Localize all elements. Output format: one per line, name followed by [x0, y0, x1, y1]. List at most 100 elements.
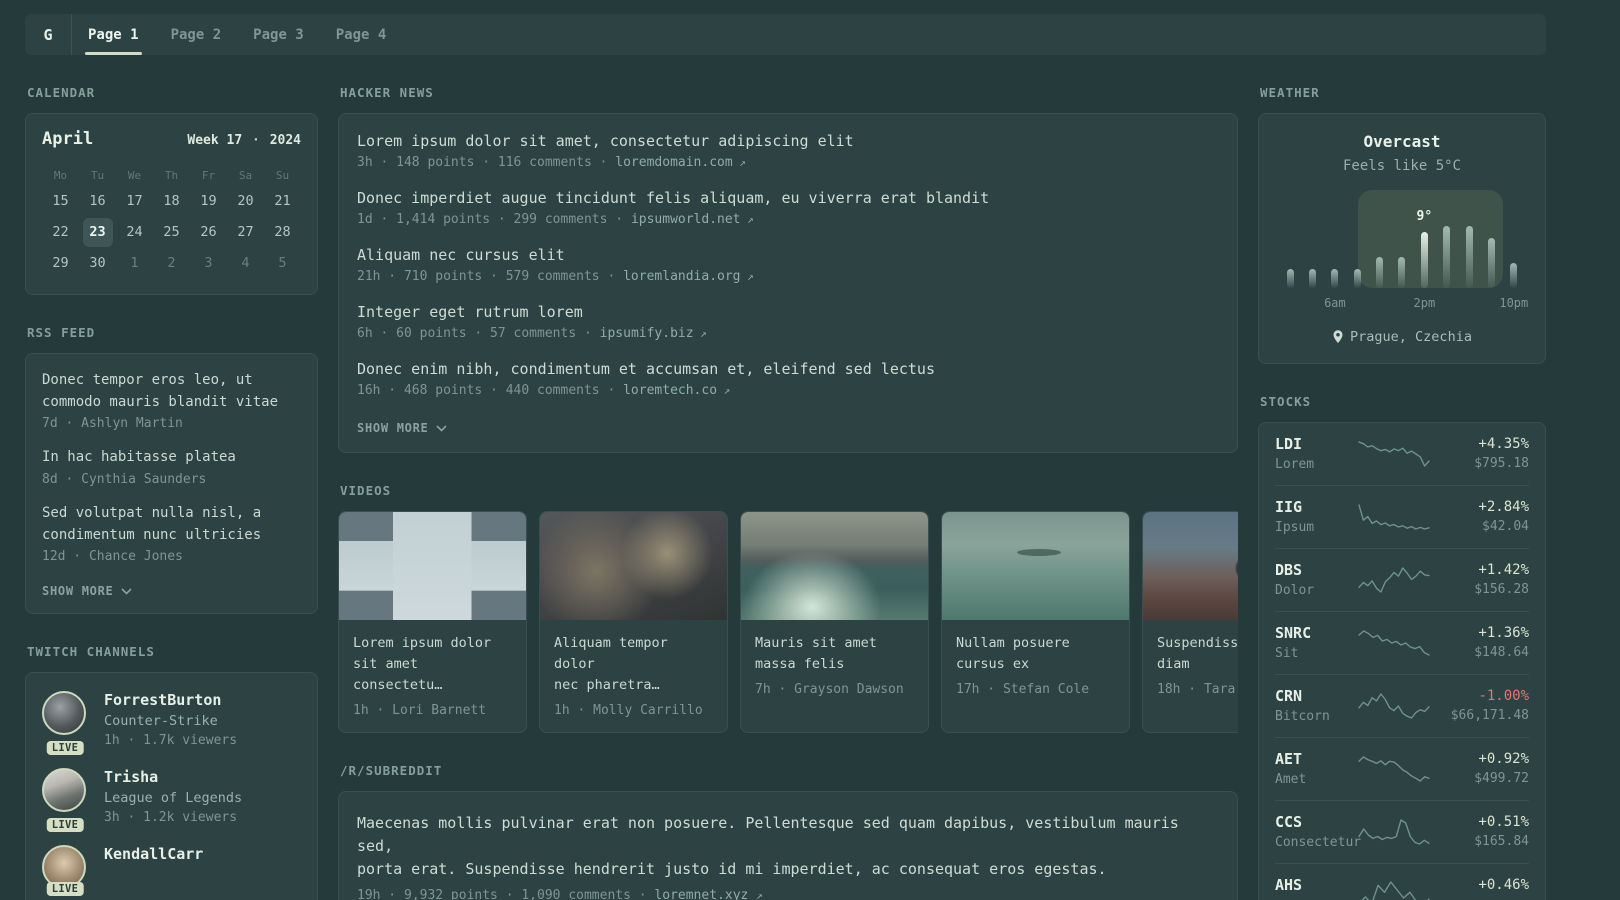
- rss-item-title[interactable]: Donec tempor eros leo, ut commodo mauris…: [42, 370, 301, 413]
- reddit-post-title[interactable]: Maecenas mollis pulvinar erat non posuer…: [357, 812, 1219, 882]
- weather-bar: [1376, 257, 1384, 288]
- hn-item-domain-link[interactable]: ipsumify.biz: [600, 326, 694, 341]
- reddit-post-domain-link[interactable]: loremnet.xyz: [654, 888, 748, 900]
- external-link-icon: ↗: [740, 270, 754, 283]
- video-thumbnail[interactable]: [540, 512, 727, 620]
- calendar-day-name: Su: [275, 169, 290, 182]
- hn-item-title[interactable]: Lorem ipsum dolor sit amet, consectetur …: [357, 132, 1219, 150]
- video-title[interactable]: Aliquam tempor dolor nec pharetra…: [554, 633, 713, 696]
- calendar-day-today: 23: [82, 218, 113, 247]
- video-title[interactable]: Mauris sit amet massa felis: [755, 633, 914, 675]
- twitch-channel-name[interactable]: ForrestBurton: [104, 691, 237, 709]
- stock-row[interactable]: CCS Consectetur +0.51% $165.84: [1275, 800, 1529, 863]
- calendar-day-name: Tu: [90, 169, 105, 182]
- hn-item-domain-link[interactable]: loremlandia.org: [623, 269, 740, 284]
- hacker-news-card: Lorem ipsum dolor sit amet, consectetur …: [338, 113, 1238, 453]
- stock-id: CRN Bitcorn: [1275, 687, 1347, 724]
- video-card: Aliquam tempor dolor nec pharetra… 1h · M…: [539, 511, 728, 733]
- external-link-icon: ↗: [732, 156, 746, 169]
- stocks-section-title: STOCKS: [1260, 394, 1312, 409]
- weather-bar-slot: [1346, 196, 1368, 288]
- video-body: Nullam posuere cursus ex 17h · Stefan Col…: [942, 620, 1129, 711]
- weather-bar: [1487, 238, 1495, 288]
- hn-show-more-button[interactable]: SHOW MORE: [357, 421, 447, 435]
- stock-row[interactable]: CRN Bitcorn -1.00% $66,171.48: [1275, 674, 1529, 737]
- stock-change: +0.51%: [1478, 814, 1529, 830]
- stock-price: $165.84: [1474, 834, 1529, 849]
- hn-item-title[interactable]: Donec imperdiet augue tincidunt felis al…: [357, 189, 1219, 207]
- rss-show-more-button[interactable]: SHOW MORE: [42, 584, 132, 598]
- twitch-avatar-wrap: LIVE: [42, 691, 88, 756]
- chevron-down-icon: [435, 424, 447, 432]
- twitch-channel-name[interactable]: Trisha: [104, 768, 242, 786]
- rss-item-title[interactable]: In hac habitasse platea: [42, 447, 301, 469]
- stock-values: +0.51% $165.84: [1441, 814, 1529, 849]
- video-thumbnail[interactable]: [1143, 512, 1238, 620]
- hn-item: Donec enim nibh, condimentum et accumsan…: [357, 360, 1219, 398]
- weather-bar: [1309, 269, 1317, 288]
- weather-bar-slot: [1458, 196, 1480, 288]
- hn-item-title[interactable]: Integer eget rutrum lorem: [357, 303, 1219, 321]
- avatar[interactable]: [42, 691, 86, 736]
- calendar-day: 27: [237, 224, 254, 240]
- calendar-day: 15: [52, 193, 69, 209]
- stock-id: CCS Consectetur: [1275, 813, 1361, 850]
- stock-row[interactable]: AET Amet +0.92% $499.72: [1275, 737, 1529, 800]
- tab-page-3[interactable]: Page 3: [237, 14, 320, 55]
- calendar-year: 2024: [269, 133, 301, 148]
- calendar-day: 30: [89, 255, 106, 271]
- tab-page-2[interactable]: Page 2: [155, 14, 238, 55]
- tab-page-1[interactable]: Page 1: [72, 14, 155, 55]
- external-link-icon: ↗: [693, 327, 707, 340]
- external-link-icon: ↗: [740, 213, 754, 226]
- hn-item: Aliquam nec cursus elit 21h · 710 points …: [357, 246, 1219, 284]
- stock-sparkline: [1358, 440, 1430, 467]
- live-badge: LIVE: [46, 741, 84, 756]
- calendar-day: 5: [278, 255, 287, 271]
- weather-axis-label: 10pm: [1499, 296, 1529, 310]
- video-title[interactable]: Nullam posuere cursus ex: [956, 633, 1115, 675]
- calendar-month: April: [42, 129, 94, 149]
- weather-bar-slot: [1436, 196, 1458, 288]
- video-title[interactable]: Lorem ipsum dolor sit amet consectetu…: [353, 633, 512, 696]
- hn-item-title[interactable]: Aliquam nec cursus elit: [357, 246, 1219, 264]
- stock-name: Ipsum: [1275, 520, 1315, 535]
- stock-row[interactable]: IIG Ipsum +2.84% $42.04: [1275, 485, 1529, 548]
- calendar-day-name: Sa: [238, 169, 253, 182]
- stock-name: Bitcorn: [1275, 709, 1330, 724]
- calendar-day: 19: [200, 193, 217, 209]
- hn-item-domain-link[interactable]: ipsumworld.net: [631, 212, 741, 227]
- stock-id: DBS Dolor: [1275, 561, 1347, 598]
- hn-list: Lorem ipsum dolor sit amet, consectetur …: [357, 132, 1219, 398]
- calendar-day: 25: [163, 224, 180, 240]
- calendar-day: 21: [274, 193, 291, 209]
- stock-id: LDI Lorem: [1275, 435, 1347, 472]
- stock-row[interactable]: SNRC Sit +1.36% $148.64: [1275, 611, 1529, 674]
- video-title[interactable]: Suspendisse diam: [1157, 633, 1238, 675]
- weather-bar-slot: [1391, 196, 1413, 288]
- stock-row[interactable]: DBS Dolor +1.42% $156.28: [1275, 548, 1529, 611]
- hn-item-domain-link[interactable]: loremdomain.com: [615, 155, 732, 170]
- rss-item-title[interactable]: Sed volutpat nulla nisl, a condimentum n…: [42, 503, 301, 546]
- video-thumbnail[interactable]: [339, 512, 526, 620]
- tab-page-4[interactable]: Page 4: [320, 14, 403, 55]
- video-thumbnail[interactable]: [942, 512, 1129, 620]
- hn-item-meta: 6h · 60 points · 57 comments · ipsumify.…: [357, 326, 1219, 341]
- twitch-channel-game: League of Legends: [104, 790, 243, 807]
- twitch-channel-name[interactable]: KendallCarr: [104, 845, 203, 863]
- section-subreddit: /R/SUBREDDIT Maecenas mollis pulvinar er…: [338, 763, 1238, 900]
- hn-item-domain-link[interactable]: loremtech.co: [623, 383, 717, 398]
- nav-bar: G Page 1 Page 2 Page 3 Page 4: [25, 14, 1546, 55]
- avatar[interactable]: [42, 768, 86, 813]
- video-meta: 17h · Stefan Cole: [956, 682, 1090, 697]
- calendar-day: 26: [200, 224, 217, 240]
- hn-item-title[interactable]: Donec enim nibh, condimentum et accumsan…: [357, 360, 1219, 378]
- stock-row[interactable]: AHS +0.46%: [1275, 863, 1529, 900]
- video-thumbnail[interactable]: [741, 512, 928, 620]
- rss-list: Donec tempor eros leo, ut commodo mauris…: [42, 370, 301, 564]
- calendar-day: 24: [126, 224, 143, 240]
- stock-row[interactable]: LDI Lorem +4.35% $795.18: [1275, 423, 1529, 485]
- stock-id: SNRC Sit: [1275, 624, 1347, 661]
- weather-bar: [1443, 226, 1451, 288]
- hn-item-stats: 3h · 148 points · 116 comments ·: [357, 155, 616, 170]
